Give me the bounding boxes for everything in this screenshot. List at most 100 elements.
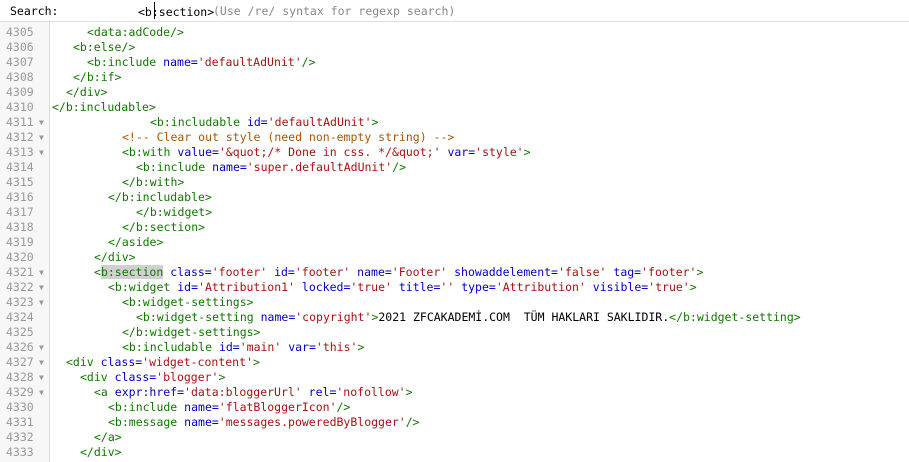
fold-arrow-icon[interactable]: ▼ (39, 295, 44, 310)
line-number: 4328 (6, 370, 34, 384)
line-number: 4330 (6, 400, 34, 414)
code-line: 4321 ▼ <b:section class='footer' id='foote… (0, 265, 909, 280)
code-line: 4326 ▼ <b:includable id='main' var='this'> (0, 340, 909, 355)
line-number: 4332 (6, 430, 34, 444)
code-token: </div> (80, 445, 122, 459)
code-token: var= (447, 145, 476, 159)
code-token: 'widget-content' (142, 355, 253, 369)
line-number: 4322 (6, 280, 34, 294)
code-token: > (252, 355, 260, 369)
code-token: > (696, 265, 704, 279)
code-token: 'defaultAdUnit' (267, 115, 372, 129)
code-token: <b:else/> (73, 40, 136, 54)
code-line: 4313 ▼ <b:with value='&quot;/* Done in css… (0, 145, 909, 160)
code-line: 4315 </b:with> (0, 175, 909, 190)
code-token: 'super.defaultAdUnit' (246, 160, 393, 174)
code-line: 4322 ▼ <b:widget id='Attribution1' locked=… (0, 280, 909, 295)
code-token: <b:include (87, 55, 164, 69)
code-token: </aside> (108, 235, 164, 249)
search-hint: (Use /re/ syntax for regexp search) (213, 4, 456, 18)
code-text: <b:includable id='main' var='this'> (122, 340, 364, 355)
code-text: <b:section class='footer' id='footer' na… (94, 265, 703, 280)
code-token: rel= (308, 385, 337, 399)
code-token: <b:include (136, 160, 213, 174)
code-text: </b:includable> (108, 190, 212, 205)
code-token: </b:section> (122, 220, 206, 234)
line-number: 4324 (6, 310, 34, 324)
code-text: </b:if> (73, 70, 121, 85)
code-token: name= (184, 400, 219, 414)
fold-arrow-icon[interactable]: ▼ (39, 370, 44, 385)
code-line: 4324 <b:widget-setting name='copyright'>2… (0, 310, 909, 325)
code-line: 4310 </b:includable> (0, 100, 909, 115)
fold-arrow-icon[interactable]: ▼ (39, 145, 44, 160)
code-token: '&quot;/* Done in css. */&quot;' (218, 145, 441, 159)
code-text: <b:include name='flatBloggerIcon'/> (108, 400, 350, 415)
code-token: id= (218, 340, 240, 354)
code-token: 'main' (239, 340, 282, 354)
code-editor[interactable]: 4305 <data:adCode/> 4306 <b:else/> 4307 <b:in… (0, 22, 909, 462)
fold-arrow-icon[interactable]: ▼ (39, 265, 44, 280)
code-token: /> (336, 400, 351, 414)
code-token: 'data:bloggerUrl' (184, 385, 302, 399)
code-token: </div> (66, 85, 108, 99)
fold-arrow-icon[interactable]: ▼ (39, 280, 44, 295)
code-token: </a> (94, 430, 122, 444)
code-token: 'Footer' (391, 265, 448, 279)
code-text: <div class='blogger'> (80, 370, 225, 385)
code-text: </b:section> (122, 220, 205, 235)
code-token: 'flatBloggerIcon' (218, 400, 337, 414)
code-line: 4319 </aside> (0, 235, 909, 250)
code-token: class= (114, 370, 157, 384)
code-token: <!-- Clear out style (need non-empty str… (122, 130, 455, 144)
code-token: var= (288, 340, 316, 354)
code-token: 'blogger' (156, 370, 219, 384)
line-number: 4327 (6, 355, 34, 369)
line-number: 4326 (6, 340, 34, 354)
fold-arrow-icon[interactable]: ▼ (39, 355, 44, 370)
code-token: id= (274, 265, 295, 279)
code-line: 4307 <b:include name='defaultAdUnit'/> (0, 55, 909, 70)
code-line: 4318 </b:section> (0, 220, 909, 235)
fold-arrow-icon[interactable]: ▼ (39, 385, 44, 400)
line-number: 4309 (6, 85, 34, 99)
line-number: 4308 (6, 70, 34, 84)
code-text: <b:else/> (73, 40, 135, 55)
code-token: > (405, 385, 413, 399)
line-number: 4312 (6, 130, 34, 144)
code-token: <b:widget (108, 280, 178, 294)
fold-arrow-icon[interactable]: ▼ (39, 340, 44, 355)
code-token: 'true' (350, 280, 392, 294)
code-token: < (94, 265, 101, 279)
code-token: showaddelement= (454, 265, 558, 279)
line-number: 4307 (6, 55, 34, 69)
code-token: <b:widget-setting (136, 310, 261, 324)
code-token: <a (94, 385, 115, 399)
code-token: id= (246, 115, 268, 129)
line-number: 4333 (6, 445, 34, 459)
code-line: 4306 <b:else/> (0, 40, 909, 55)
code-token: visible= (592, 280, 649, 294)
code-line: 4333 </div> (0, 445, 909, 460)
code-token: title= (398, 280, 441, 294)
fold-arrow-icon[interactable]: ▼ (39, 130, 44, 145)
code-token: name= (163, 55, 198, 69)
code-text: </b:widget-settings> (122, 325, 260, 340)
line-number: 4318 (6, 220, 34, 234)
code-token: <b:with (122, 145, 178, 159)
code-text: </a> (94, 430, 122, 445)
code-token: <b:includable (150, 115, 247, 129)
code-token: </div> (94, 250, 136, 264)
code-token: 'defaultAdUnit' (197, 55, 302, 69)
line-number: 4310 (6, 100, 34, 114)
code-token: </b:widget-settings> (122, 325, 261, 339)
search-input[interactable] (138, 4, 220, 20)
fold-arrow-icon[interactable]: ▼ (39, 115, 44, 130)
code-line: 4314 <b:include name='super.defaultAdUnit… (0, 160, 909, 175)
code-line: 4329 ▼ <a expr:href='data:bloggerUrl' rel=… (0, 385, 909, 400)
search-input-box[interactable] (68, 2, 220, 20)
code-text: </b:with> (122, 175, 184, 190)
code-text: <b:with value='&quot;/* Done in css. */&… (122, 145, 531, 160)
